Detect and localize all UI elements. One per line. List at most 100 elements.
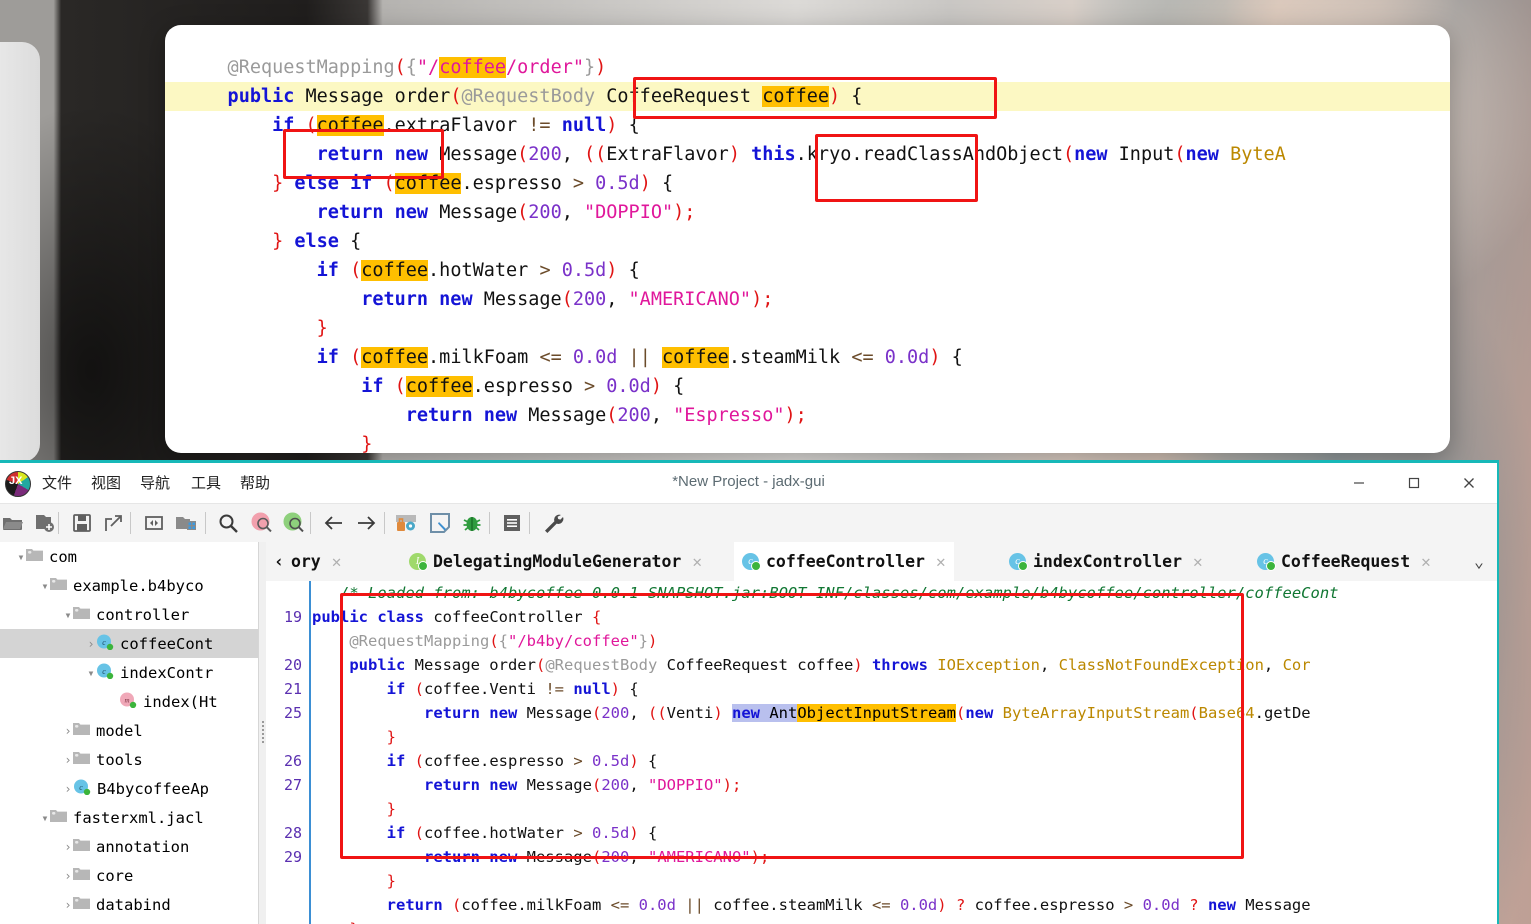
tree-row[interactable]: ▾ fasterxml.jacl	[0, 803, 258, 832]
line-number: 20	[283, 656, 302, 674]
tree-row-index-controller[interactable]: ▾ c indexContr	[0, 658, 258, 687]
tree-row-coffee-controller[interactable]: › c coffeeCont	[0, 629, 258, 658]
tab-scroll-left[interactable]: ‹ ory ✕	[266, 542, 349, 581]
back-arrow-icon[interactable]	[321, 510, 347, 536]
tree-label: annotation	[96, 837, 190, 856]
popup-code-line: public Message order(@RequestBody Coffee…	[165, 82, 1450, 111]
preferences-page-icon[interactable]	[427, 510, 453, 536]
popup-code-line: } else {	[183, 231, 362, 252]
tab-label: coffeeController	[766, 552, 925, 571]
maximize-button[interactable]	[1387, 463, 1441, 503]
forward-arrow-icon[interactable]	[353, 510, 379, 536]
tab-close-icon[interactable]: ✕	[1417, 552, 1431, 571]
toolbar-separator	[489, 512, 490, 534]
tab-index-controller[interactable]: c indexController ✕	[1001, 542, 1211, 581]
tab-delegating-module-generator[interactable]: I DelegatingModuleGenerator ✕	[401, 542, 710, 581]
tab-coffee-request[interactable]: c CoffeeRequest ✕	[1249, 542, 1439, 581]
tree-row[interactable]: › model	[0, 716, 258, 745]
tree-row[interactable]: › annotation	[0, 832, 258, 861]
chevron-down-icon[interactable]: ▾	[40, 811, 50, 825]
save-icon[interactable]	[69, 510, 95, 536]
code-line: return new Message(200, "AMERICANO");	[312, 848, 770, 866]
tree-row[interactable]: ▾ com	[0, 542, 258, 571]
folder-icon	[73, 722, 90, 740]
class-icon: c	[73, 779, 91, 799]
chevron-down-icon[interactable]: ▾	[16, 550, 26, 564]
line-number: 26	[283, 752, 302, 770]
add-files-icon[interactable]	[31, 510, 57, 536]
title-bar: JX 文件 视图 导航 工具 帮助 *New Project - jadx-gu…	[0, 463, 1497, 504]
tree-label: databind	[96, 895, 171, 914]
class-icon: c	[96, 634, 114, 654]
popup-code-line: @RequestMapping({"/coffee/order"})	[183, 57, 607, 78]
chevron-right-icon[interactable]: ›	[63, 840, 73, 854]
popup-code-line: } else if (coffee.espresso > 0.5d) {	[183, 173, 674, 194]
tree-row[interactable]: ▾ controller	[0, 600, 258, 629]
code-line: public class coffeeController {	[312, 608, 602, 626]
toolbar-separator	[58, 512, 59, 534]
chevron-right-icon[interactable]: ›	[63, 782, 73, 796]
toolbar-separator	[310, 512, 311, 534]
tab-coffee-controller[interactable]: c coffeeController ✕	[734, 542, 954, 584]
code-line: return new Message(200, "DOPPIO");	[312, 776, 742, 794]
tree-row[interactable]: › c B4bycoffeeAp	[0, 774, 258, 803]
tree-label: B4bycoffeeAp	[97, 779, 209, 798]
tree-label: tools	[96, 750, 143, 769]
chevron-down-icon: ⌄	[1474, 552, 1484, 571]
code-line: if (coffee.hotWater > 0.5d) {	[312, 824, 658, 842]
tree-row[interactable]: › core	[0, 861, 258, 890]
tree-row[interactable]: › tools	[0, 745, 258, 774]
open-project-icon[interactable]	[173, 510, 199, 536]
chevron-down-icon[interactable]: ▾	[63, 608, 73, 622]
tree-row-index-method[interactable]: m index(Ht	[0, 687, 258, 716]
folder-icon	[50, 809, 67, 827]
tab-overflow-button[interactable]: ⌄	[1466, 542, 1492, 581]
line-number	[266, 629, 308, 653]
chevron-down-icon[interactable]: ▾	[40, 579, 50, 593]
tree-label: controller	[96, 605, 190, 624]
chevron-right-icon[interactable]: ›	[63, 753, 73, 767]
line-number	[266, 893, 308, 917]
tab-close-icon[interactable]: ✕	[1189, 552, 1203, 571]
code-line: }	[312, 917, 1497, 924]
close-button[interactable]	[1442, 463, 1496, 503]
interface-badge-icon: I	[409, 553, 428, 571]
tab-close-icon[interactable]: ✕	[328, 552, 342, 571]
collapse-expand-icon[interactable]	[141, 510, 167, 536]
code-editor[interactable]: 19 20 21 25 26 27 28 29 /* Loaded from: …	[266, 581, 1497, 924]
project-tree[interactable]: ▾ com ▾ example.b4byco ▾ controller › c …	[0, 542, 258, 924]
toolbar-separator	[130, 512, 131, 534]
logs-icon[interactable]	[499, 510, 525, 536]
line-number	[266, 869, 308, 893]
chevron-right-icon[interactable]: ›	[63, 724, 73, 738]
open-folder-icon[interactable]	[0, 510, 26, 536]
tab-label: indexController	[1033, 552, 1183, 571]
toolbar-separator	[205, 512, 206, 534]
search-icon[interactable]	[215, 510, 241, 536]
line-number	[266, 725, 308, 749]
search-method-icon[interactable]	[281, 510, 307, 536]
tree-row[interactable]: › databind	[0, 890, 258, 919]
popup-code-line: }	[183, 318, 328, 339]
code-text[interactable]: /* Loaded from: b4bycoffee-0.0.1-SNAPSHO…	[312, 581, 1497, 924]
chevron-down-icon[interactable]: ▾	[86, 666, 96, 680]
tree-label: indexContr	[120, 663, 214, 682]
folder-icon	[73, 606, 90, 624]
chevron-right-icon[interactable]: ›	[63, 869, 73, 883]
line-number: 29	[283, 848, 302, 866]
popup-code-line: return new Message(200, "DOPPIO");	[183, 202, 696, 223]
minimize-button[interactable]	[1332, 463, 1386, 503]
search-class-icon[interactable]	[249, 510, 275, 536]
chevron-right-icon[interactable]: ›	[86, 637, 96, 651]
line-number: 21	[283, 680, 302, 698]
line-number: 27	[283, 776, 302, 794]
save-all-export-icon[interactable]	[101, 510, 127, 536]
tab-close-icon[interactable]: ✕	[932, 552, 946, 571]
tree-row[interactable]: › datatype	[0, 919, 258, 924]
chevron-right-icon[interactable]: ›	[63, 898, 73, 912]
tab-close-icon[interactable]: ✕	[688, 552, 702, 571]
deobfuscation-icon[interactable]	[393, 510, 419, 536]
debug-bug-icon[interactable]	[459, 510, 485, 536]
tree-row[interactable]: ▾ example.b4byco	[0, 571, 258, 600]
tools-wrench-icon[interactable]	[540, 510, 566, 536]
